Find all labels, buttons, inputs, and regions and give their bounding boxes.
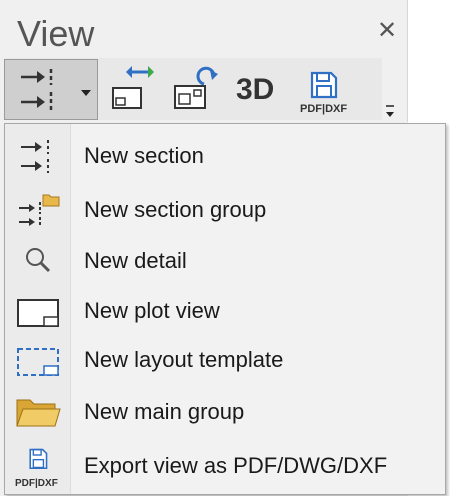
chevron-down-icon[interactable] bbox=[81, 90, 91, 96]
refresh-view-icon bbox=[174, 66, 218, 109]
close-icon[interactable]: ✕ bbox=[374, 18, 400, 44]
menu-item-new-plot-view[interactable]: New plot view bbox=[5, 287, 445, 335]
menu-item-new-detail[interactable]: New detail bbox=[5, 237, 445, 285]
menu-item-new-section-group[interactable]: New section group bbox=[5, 186, 445, 234]
menu-item-label: New section bbox=[84, 143, 204, 168]
section-dropdown-menu: New section New section group New detail bbox=[4, 123, 446, 495]
menu-item-new-main-group[interactable]: New main group bbox=[5, 388, 445, 436]
export-pdf-dxf-button[interactable]: PDF|DXF bbox=[296, 68, 354, 118]
menu-item-label: New detail bbox=[84, 248, 187, 273]
menu-item-new-section[interactable]: New section bbox=[5, 132, 445, 180]
swap-view-button[interactable] bbox=[108, 64, 158, 114]
new-section-split-button[interactable] bbox=[4, 59, 98, 120]
swap-view-icon bbox=[112, 66, 154, 109]
menu-item-label: New plot view bbox=[84, 298, 220, 323]
toolbar-overflow-button[interactable] bbox=[384, 100, 396, 122]
menu-item-label: New main group bbox=[84, 399, 245, 424]
overflow-chevron-icon bbox=[386, 105, 394, 117]
menu-item-export-view[interactable]: PDF|DXF Export view as PDF/DWG/DXF bbox=[5, 442, 445, 490]
layout-template-icon bbox=[17, 348, 59, 376]
pdf-dxf-caption: PDF|DXF bbox=[300, 103, 348, 115]
section-arrows-icon bbox=[21, 140, 49, 173]
panel-title: View bbox=[17, 13, 95, 54]
pdf-dxf-caption: PDF|DXF bbox=[15, 478, 58, 489]
section-group-icon bbox=[19, 194, 60, 227]
floppy-disk-icon bbox=[310, 71, 338, 99]
refresh-view-button[interactable] bbox=[170, 64, 220, 114]
3d-label: 3D bbox=[236, 73, 275, 106]
magnifier-icon bbox=[26, 248, 51, 273]
3d-button[interactable]: 3D bbox=[232, 68, 286, 112]
folder-icon bbox=[16, 399, 61, 427]
menu-item-label: Export view as PDF/DWG/DXF bbox=[84, 453, 388, 478]
menu-item-label: New section group bbox=[84, 197, 267, 222]
menu-item-new-layout-template[interactable]: New layout template bbox=[5, 336, 445, 384]
section-arrows-icon bbox=[21, 69, 53, 111]
menu-item-label: New layout template bbox=[84, 347, 284, 372]
floppy-disk-icon bbox=[29, 448, 48, 469]
panel-edge bbox=[407, 0, 408, 122]
plot-view-icon bbox=[17, 299, 59, 327]
